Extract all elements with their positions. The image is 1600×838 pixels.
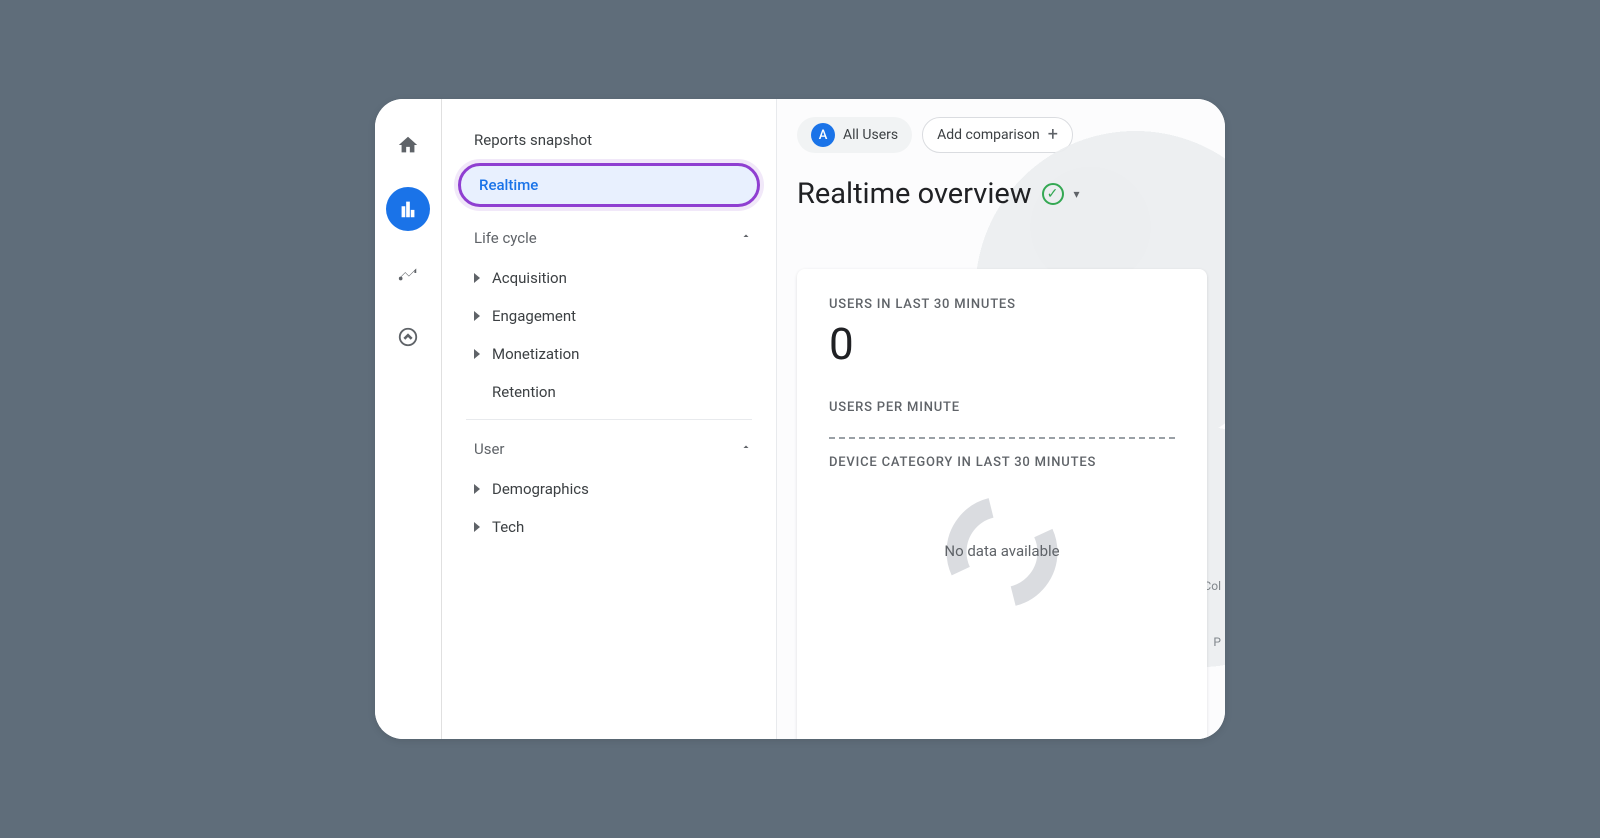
comparison-chips: A All Users Add comparison + [777,99,1225,161]
avatar: A [811,123,835,147]
plus-icon: + [1048,126,1058,144]
group-label: User [474,440,505,458]
chevron-up-icon [740,230,752,246]
home-icon[interactable] [386,123,430,167]
nav-engagement[interactable]: Engagement [442,297,776,335]
caret-right-icon [474,484,480,494]
nav-demographics[interactable]: Demographics [442,470,776,508]
chevron-up-icon [740,441,752,457]
check-circle-icon: ✓ [1042,183,1064,205]
explore-icon[interactable] [386,251,430,295]
nav-retention[interactable]: Retention [442,373,776,411]
ads-icon[interactable] [386,315,430,359]
sidebar: Reports snapshot Realtime Life cycle Acq… [442,99,777,739]
map-label-p: P [1213,635,1221,649]
nav-reports-snapshot[interactable]: Reports snapshot [442,119,776,161]
reports-icon[interactable] [386,187,430,231]
icon-rail [375,99,442,739]
chip-all-users[interactable]: A All Users [797,117,912,153]
page-title-row: Realtime overview ✓ ▾ [777,161,1225,231]
nav-tech[interactable]: Tech [442,508,776,546]
donut-chart: No data available [829,492,1175,630]
caret-right-icon [474,522,480,532]
page-title: Realtime overview [797,177,1032,211]
caret-right-icon [474,273,480,283]
users-value: 0 [829,318,1175,370]
no-data-label: No data available [944,542,1059,560]
heading-device-category: DEVICE CATEGORY IN LAST 30 MINUTES [829,455,1175,470]
nav-realtime[interactable]: Realtime [458,163,760,207]
heading-users-per-min: USERS PER MINUTE [829,400,1175,415]
chip-label: Add comparison [937,127,1040,143]
sparkline-placeholder [829,437,1175,439]
heading-users-30: USERS IN LAST 30 MINUTES [829,297,1175,312]
group-label: Life cycle [474,229,537,247]
chip-label: All Users [843,127,898,143]
dropdown-caret-icon[interactable]: ▾ [1074,187,1080,201]
realtime-card: USERS IN LAST 30 MINUTES 0 USERS PER MIN… [797,269,1207,739]
app-window: Reports snapshot Realtime Life cycle Acq… [375,99,1225,739]
caret-right-icon [474,311,480,321]
caret-right-icon [474,349,480,359]
nav-monetization[interactable]: Monetization [442,335,776,373]
nav-acquisition[interactable]: Acquisition [442,259,776,297]
chip-add-comparison[interactable]: Add comparison + [922,117,1073,153]
main-pane: Col P A All Users Add comparison + Realt… [777,99,1225,739]
group-life-cycle[interactable]: Life cycle [442,217,776,259]
group-user[interactable]: User [442,428,776,470]
divider [466,419,752,420]
